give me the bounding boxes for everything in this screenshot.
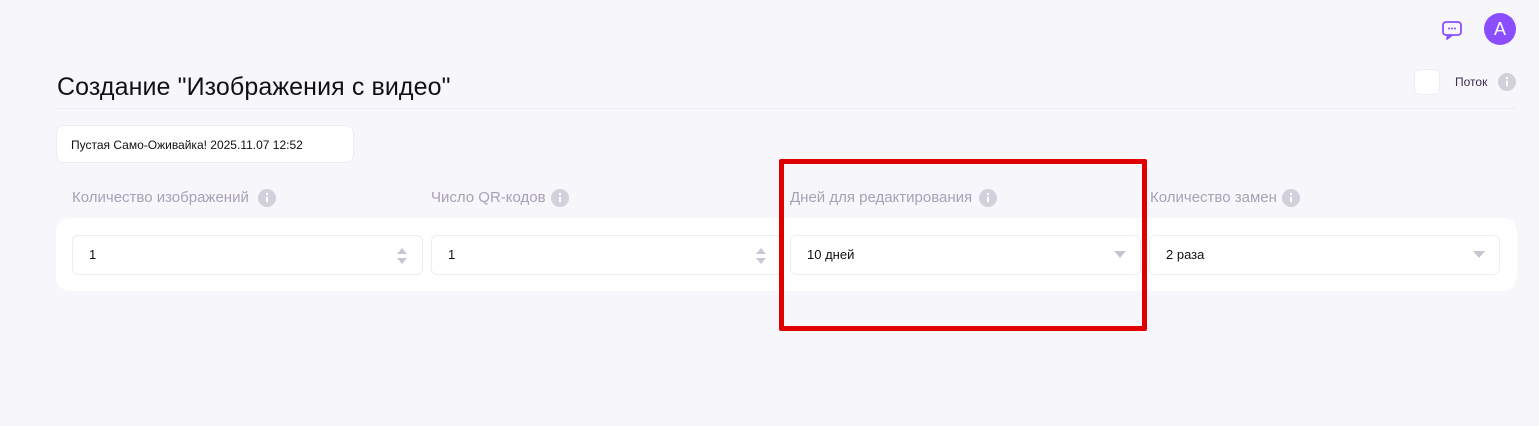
replacements-value: 2 раза — [1166, 247, 1205, 262]
spinner-icon[interactable] — [396, 246, 408, 266]
replacements-select[interactable]: 2 раза — [1149, 235, 1500, 275]
qr-count-input[interactable]: 1 — [431, 235, 782, 275]
name-input[interactable]: Пустая Само-Оживайка! 2025.11.07 12:52 — [56, 125, 354, 163]
chat-icon[interactable] — [1440, 18, 1464, 42]
chevron-down-icon[interactable] — [1473, 251, 1485, 259]
spinner-icon[interactable] — [755, 246, 767, 266]
page-title: Создание "Изображения с видео" — [57, 73, 451, 101]
edit-days-select[interactable]: 10 дней — [790, 235, 1141, 275]
flow-label: Поток — [1455, 75, 1488, 89]
edit-days-value: 10 дней — [807, 247, 855, 262]
avatar[interactable]: A — [1484, 13, 1516, 45]
replacements-label: Количество замен — [1150, 189, 1277, 206]
info-icon[interactable] — [258, 189, 276, 207]
info-icon[interactable] — [1498, 73, 1516, 91]
images-count-input[interactable]: 1 — [72, 235, 423, 275]
title-divider — [57, 108, 1517, 109]
info-icon[interactable] — [551, 189, 569, 207]
info-icon[interactable] — [979, 189, 997, 207]
images-count-value: 1 — [89, 247, 97, 262]
info-icon[interactable] — [1282, 189, 1300, 207]
images-count-label: Количество изображений — [72, 189, 249, 206]
flow-checkbox[interactable] — [1414, 69, 1440, 95]
chevron-down-icon[interactable] — [1114, 251, 1126, 259]
edit-days-label: Дней для редактирования — [790, 189, 973, 206]
qr-count-value: 1 — [448, 247, 456, 262]
qr-count-label: Число QR-кодов — [431, 189, 546, 206]
